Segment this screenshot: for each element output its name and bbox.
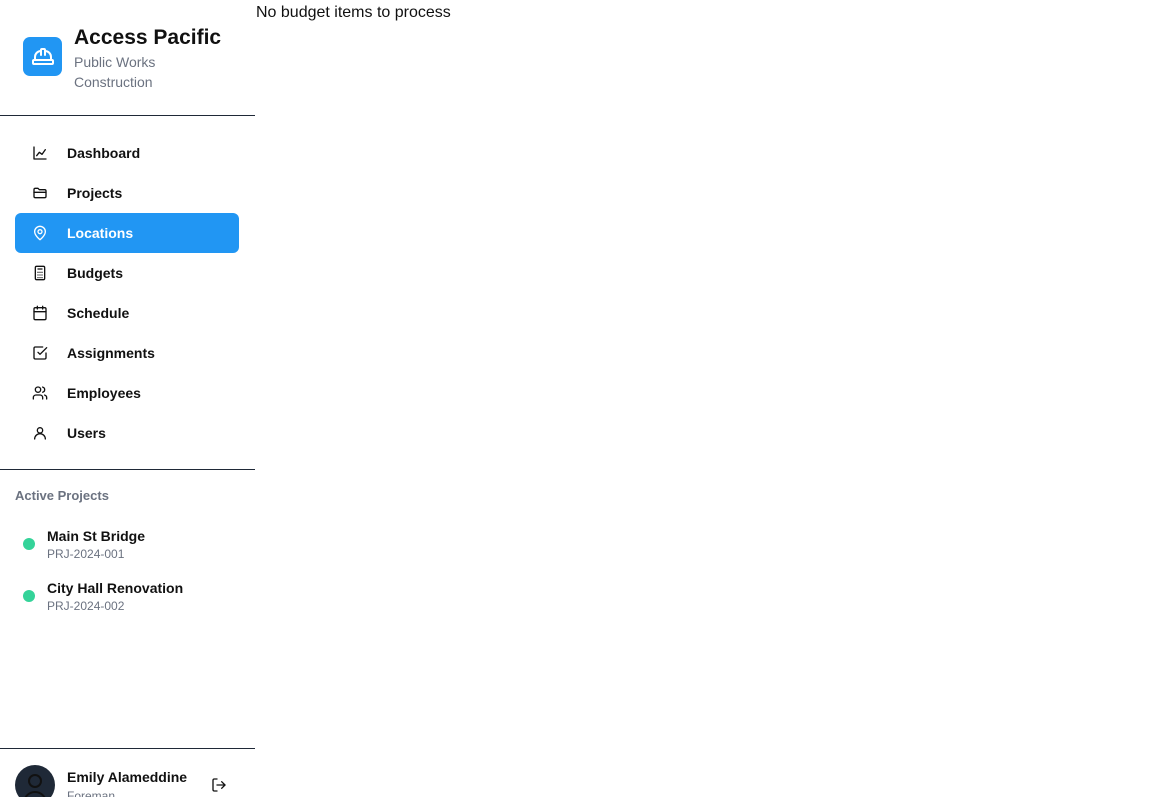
nav-item-label: Schedule <box>67 305 130 321</box>
empty-state-message: No budget items to process <box>256 4 451 21</box>
calendar-icon <box>32 305 48 321</box>
logout-button[interactable] <box>211 777 227 793</box>
user-name: Emily Alameddine <box>67 769 188 785</box>
user-role: Foreman <box>67 789 116 797</box>
main-nav: Dashboard Projects Locations Budgets Sch… <box>15 133 239 453</box>
nav-item-label: Users <box>67 425 106 441</box>
users-icon <box>32 385 48 401</box>
nav-item-employees[interactable]: Employees <box>15 373 239 413</box>
nav-item-label: Projects <box>67 185 123 201</box>
brand-logo <box>23 37 62 76</box>
nav-item-label: Assignments <box>67 345 155 361</box>
user-icon <box>32 425 48 441</box>
divider <box>0 469 255 470</box>
sidebar: Access Pacific Public Works Construction… <box>0 0 255 797</box>
divider <box>0 748 255 749</box>
user-avatar-icon <box>24 774 46 797</box>
avatar[interactable] <box>15 765 55 797</box>
status-dot <box>23 590 35 602</box>
nav-item-label: Employees <box>67 385 141 401</box>
folder-icon <box>32 185 48 201</box>
brand-header: Access Pacific Public Works Construction <box>0 0 255 116</box>
nav-item-assignments[interactable]: Assignments <box>15 333 239 373</box>
nav-item-label: Locations <box>67 225 134 241</box>
calculator-icon <box>32 265 48 281</box>
brand-subtitle: Public Works Construction <box>74 54 156 90</box>
map-pin-icon <box>32 225 48 241</box>
project-code: PRJ-2024-001 <box>47 547 125 561</box>
nav-item-label: Budgets <box>67 265 123 281</box>
project-code: PRJ-2024-002 <box>47 599 125 613</box>
project-name: Main St Bridge <box>47 528 146 544</box>
nav-item-users[interactable]: Users <box>15 413 239 453</box>
logout-icon <box>212 778 226 792</box>
chart-line-icon <box>32 145 48 161</box>
nav-item-projects[interactable]: Projects <box>15 173 239 213</box>
checkbox-icon <box>32 345 48 361</box>
brand-title: Access Pacific <box>74 26 222 49</box>
project-item-main-st-bridge[interactable]: Main St Bridge PRJ-2024-001 <box>15 528 239 568</box>
status-dot <box>23 538 35 550</box>
project-item-city-hall-renovation[interactable]: City Hall Renovation PRJ-2024-002 <box>15 580 239 620</box>
nav-item-budgets[interactable]: Budgets <box>15 253 239 293</box>
project-name: City Hall Renovation <box>47 580 184 596</box>
hard-hat-icon <box>31 47 54 65</box>
nav-item-dashboard[interactable]: Dashboard <box>15 133 239 173</box>
active-projects-heading: Active Projects <box>15 488 109 503</box>
nav-item-label: Dashboard <box>67 145 141 161</box>
nav-item-schedule[interactable]: Schedule <box>15 293 239 333</box>
nav-item-locations[interactable]: Locations <box>15 213 239 253</box>
